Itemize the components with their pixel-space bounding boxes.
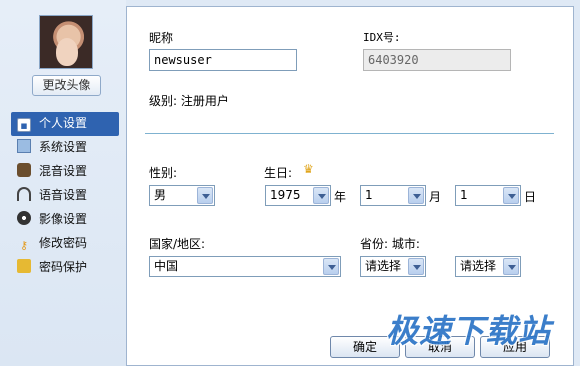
change-avatar-button[interactable]: 更改头像	[32, 75, 101, 96]
sidebar-item-mixer-settings[interactable]: 混音设置	[11, 160, 119, 184]
chevron-down-icon[interactable]	[197, 187, 213, 204]
sidebar-item-label: 语音设置	[39, 188, 88, 202]
chevron-down-icon[interactable]	[503, 258, 519, 275]
idx-label: IDX号:	[363, 31, 401, 44]
user-card-icon: ▪	[17, 118, 31, 132]
province-select[interactable]: 请选择	[360, 256, 426, 277]
chevron-down-icon[interactable]	[313, 187, 329, 204]
birth-day-value: 1	[460, 188, 468, 202]
sidebar-item-label: 个人设置	[39, 116, 88, 130]
chevron-down-icon[interactable]	[503, 187, 519, 204]
birth-month-value: 1	[365, 188, 373, 202]
system-settings-icon	[17, 139, 31, 153]
year-unit-label: 年	[334, 190, 347, 204]
sidebar-item-personal-settings[interactable]: ▪ 个人设置	[11, 112, 119, 136]
crown-icon: ♛	[303, 162, 314, 176]
section-divider	[145, 133, 554, 134]
sidebar-item-label: 影像设置	[39, 212, 88, 226]
birth-year-value: 1975	[270, 188, 301, 202]
sidebar-item-video-settings[interactable]: 影像设置	[11, 208, 119, 232]
sidebar-item-voice-settings[interactable]: 语音设置	[11, 184, 119, 208]
country-select[interactable]: 中国	[149, 256, 341, 277]
watermark-logo: 极速下载站	[386, 312, 552, 350]
country-label: 国家/地区:	[149, 237, 206, 251]
key-icon: ⚷	[19, 239, 29, 252]
sidebar-item-label: 系统设置	[39, 140, 88, 154]
nickname-label: 昵称	[149, 31, 174, 45]
sidebar-item-system-settings[interactable]: 系统设置	[11, 136, 119, 160]
nickname-input[interactable]: newsuser	[149, 49, 297, 71]
camera-icon	[17, 211, 31, 225]
lock-icon	[17, 259, 31, 273]
country-value: 中国	[154, 259, 179, 273]
birth-year-select[interactable]: 1975	[265, 185, 331, 206]
sidebar-item-label: 修改密码	[39, 236, 88, 250]
month-unit-label: 月	[429, 190, 442, 204]
city-value: 请选择	[460, 259, 497, 273]
level-text: 级别: 注册用户	[149, 94, 229, 108]
birthday-label: 生日:	[264, 166, 293, 180]
headphones-icon	[17, 187, 31, 201]
chevron-down-icon[interactable]	[323, 258, 339, 275]
city-select[interactable]: 请选择	[455, 256, 521, 277]
province-value: 请选择	[365, 259, 402, 273]
gender-select[interactable]: 男	[149, 185, 215, 206]
birth-month-select[interactable]: 1	[360, 185, 426, 206]
gender-label: 性别:	[149, 166, 178, 180]
settings-menu: ▪ 个人设置 系统设置 混音设置 语音设置 影像设置 ⚷ 修改密码 密码保护	[11, 112, 119, 280]
sidebar-item-change-password[interactable]: ⚷ 修改密码	[11, 232, 119, 256]
chevron-down-icon[interactable]	[408, 258, 424, 275]
mixer-icon	[17, 163, 31, 177]
gender-value: 男	[154, 188, 167, 202]
user-avatar	[39, 15, 93, 69]
idx-number-field: 6403920	[363, 49, 511, 71]
chevron-down-icon[interactable]	[408, 187, 424, 204]
sidebar-item-label: 密码保护	[39, 260, 88, 274]
sidebar: 更改头像 ▪ 个人设置 系统设置 混音设置 语音设置 影像设置 ⚷ 修改密码 密码保…	[0, 0, 126, 366]
day-unit-label: 日	[524, 190, 537, 204]
sidebar-item-label: 混音设置	[39, 164, 88, 178]
birth-day-select[interactable]: 1	[455, 185, 521, 206]
sidebar-item-password-protection[interactable]: 密码保护	[11, 256, 119, 280]
province-city-label: 省份: 城市:	[360, 237, 420, 251]
